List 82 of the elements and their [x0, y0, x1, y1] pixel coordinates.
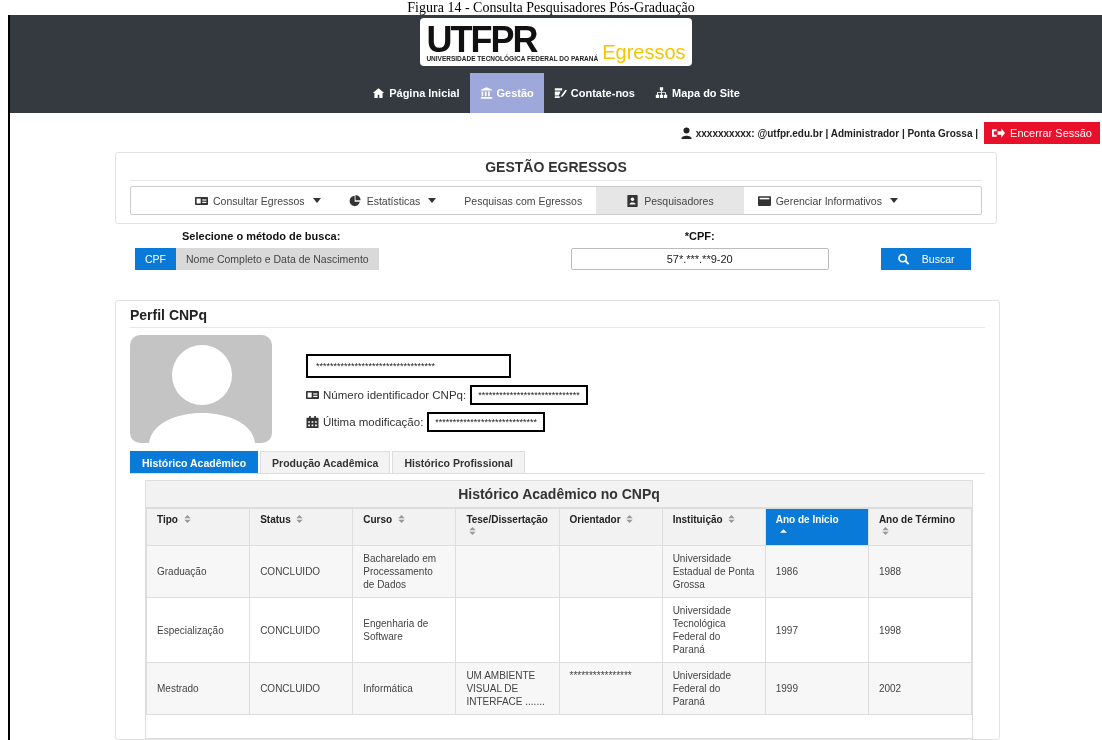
- table-cell: 1986: [775, 566, 798, 577]
- table-cell: 1998: [878, 624, 902, 636]
- sort-icon: [469, 527, 477, 535]
- column-header[interactable]: Tipo: [146, 508, 250, 546]
- profile-title: Perfil CNPq: [130, 305, 985, 328]
- caret-icon: [312, 198, 321, 203]
- table-cell: Engenharia de Software: [363, 618, 429, 642]
- table-cell: CONCLUIDO: [260, 624, 321, 636]
- profile-tab[interactable]: Histórico Acadêmico: [130, 451, 259, 473]
- table-cell: Graduação: [157, 566, 207, 577]
- researcher-name: **********************************: [306, 354, 511, 378]
- table-cell: Informática: [363, 683, 413, 694]
- table-cell: CONCLUIDO: [260, 566, 321, 577]
- newspaper-icon: [757, 194, 771, 207]
- field-value: *****************************: [427, 412, 545, 432]
- pie-chart-icon: [348, 194, 362, 207]
- contact-book-icon: [626, 194, 640, 207]
- nav-tab[interactable]: Mapa do Site: [644, 73, 750, 113]
- id-card-icon: [306, 389, 319, 401]
- field-label: Última modificação:: [323, 416, 424, 428]
- column-header[interactable]: Orientador: [559, 508, 663, 546]
- field-value: *****************************: [470, 385, 588, 405]
- search-method-button[interactable]: CPF: [135, 248, 176, 270]
- column-header[interactable]: Instituição: [662, 508, 766, 546]
- table-cell: 1999: [775, 683, 798, 694]
- bank-icon: [479, 87, 493, 99]
- user-icon: [679, 127, 693, 139]
- home-icon: [372, 87, 386, 99]
- logout-button[interactable]: Encerrar Sessão: [984, 122, 1100, 144]
- column-header[interactable]: Ano de Término: [868, 508, 972, 546]
- menu-item[interactable]: Consultar Egressos: [181, 187, 335, 214]
- search-button[interactable]: Buscar: [880, 248, 971, 270]
- calendar-icon: [306, 416, 319, 428]
- table-cell: Universidade Federal do Paraná: [672, 670, 731, 707]
- table-cell: Especialização: [157, 624, 224, 636]
- table-cell: Bacharelado em Processamento de Dados: [363, 553, 437, 590]
- sort-icon: [296, 515, 304, 523]
- menu-item[interactable]: Estatísticas: [334, 187, 451, 214]
- table-title: Histórico Acadêmico no CNPq: [146, 481, 972, 508]
- column-header[interactable]: Tese/Dissertação: [455, 508, 559, 546]
- logo-wordmark: UTFPR: [426, 25, 537, 55]
- nav-tab[interactable]: Página Inicial: [362, 73, 470, 113]
- table-cell: Mestrado: [157, 683, 199, 694]
- table-cell: 1988: [878, 566, 902, 577]
- sort-icon: [183, 515, 191, 523]
- sort-icon: [881, 527, 889, 535]
- table-cell: CONCLUIDO: [260, 683, 321, 694]
- column-header[interactable]: Ano de Início: [765, 508, 869, 546]
- search-icon: [896, 253, 910, 265]
- nav-tab[interactable]: Contate-nos: [543, 73, 645, 113]
- column-header[interactable]: Curso: [352, 508, 456, 546]
- table-cell: Universidade Tecnológica Federal do Paraná: [672, 605, 731, 655]
- field-label: Número identificador CNPq:: [323, 389, 467, 401]
- menu-item[interactable]: Pesquisadores: [596, 187, 744, 214]
- column-header[interactable]: Status: [249, 508, 353, 546]
- table-cell: 2002: [878, 683, 902, 694]
- figure-caption: Figura 14 - Consulta Pesquisadores Pós-Graduação: [407, 0, 695, 15]
- sort-icon: [626, 515, 634, 523]
- table-cell: 1997: [775, 624, 798, 636]
- profile-tab[interactable]: Produção Acadêmica: [260, 451, 391, 473]
- sort-icon: [397, 515, 405, 523]
- sitemap-icon: [654, 87, 668, 99]
- search-method-button[interactable]: Nome Completo e Data de Nascimento: [176, 248, 379, 270]
- sort-icon: [728, 515, 736, 523]
- search-method-label: Selecione o método de busca:: [182, 230, 341, 242]
- panel-title: GESTÃO EGRESSOS: [130, 157, 982, 181]
- table-cell: ****************: [569, 670, 632, 681]
- cpf-input-field[interactable]: 57*.***.**9-20: [570, 248, 829, 270]
- profile-tab[interactable]: Histórico Profissional: [392, 451, 525, 473]
- table-cell: Universidade Estadual de Ponta Grossa: [672, 553, 755, 590]
- logo-product-name: Egressos: [602, 41, 686, 63]
- caret-icon: [889, 198, 898, 203]
- sort-ascending-icon: [779, 529, 787, 533]
- sign-out-icon: [992, 127, 1006, 139]
- menu-item[interactable]: Pesquisas com Egressos: [450, 187, 597, 214]
- id-card-icon: [195, 194, 208, 207]
- table-cell: UM AMBIENTE VISUAL DE INTERFACE .......: [466, 670, 545, 707]
- cpf-label: *CPF:: [684, 230, 715, 242]
- user-info: xxxxxxxxxx: @utfpr.edu.br | Administrador | Ponta Grossa |: [695, 127, 979, 139]
- menu-item[interactable]: Gerenciar Informativos: [743, 187, 912, 214]
- edit-icon: [553, 87, 567, 99]
- caret-icon: [428, 198, 437, 203]
